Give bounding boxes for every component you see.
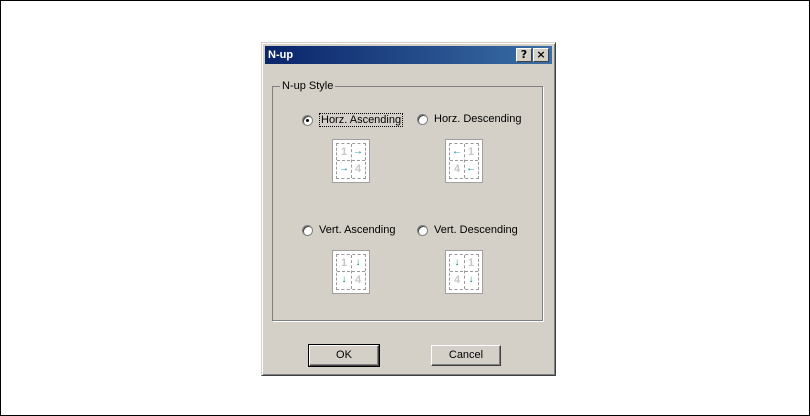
ok-button[interactable]: OK bbox=[308, 344, 380, 367]
arrow-down-icon: ↓ bbox=[355, 257, 361, 268]
arrow-down-icon: ↓ bbox=[454, 257, 460, 268]
cell-page-1: 1 bbox=[340, 146, 348, 158]
cell-page-1: 1 bbox=[340, 257, 348, 269]
radio-button[interactable] bbox=[417, 224, 428, 236]
radio-vert-ascending[interactable]: Vert. Ascending bbox=[302, 224, 395, 236]
option-label: Vert. Ascending bbox=[319, 224, 396, 236]
arrow-right-icon: → bbox=[339, 163, 349, 174]
dialog-title: N-up bbox=[268, 49, 294, 61]
preview-horz-descending: ← 1 4 ← bbox=[445, 139, 483, 183]
radio-horz-ascending[interactable]: Horz. Ascending bbox=[302, 113, 404, 127]
close-button[interactable]: × bbox=[533, 48, 549, 62]
arrow-down-icon: ↓ bbox=[468, 274, 474, 285]
option-label: Horz. Descending bbox=[434, 113, 522, 125]
option-label: Vert. Descending bbox=[434, 224, 518, 236]
preview-vert-ascending: 1 ↓ ↓ 4 bbox=[332, 250, 370, 294]
radio-button-selected[interactable] bbox=[302, 114, 313, 126]
arrow-left-icon: ← bbox=[466, 163, 476, 174]
arrow-down-icon: ↓ bbox=[341, 274, 347, 285]
cell-page-1: 1 bbox=[467, 257, 475, 269]
arrow-right-icon: → bbox=[353, 146, 363, 157]
radio-horz-descending[interactable]: Horz. Descending bbox=[417, 113, 521, 125]
cell-page-4: 4 bbox=[453, 274, 461, 286]
preview-vert-descending: ↓ 1 4 ↓ bbox=[445, 250, 483, 294]
title-bar[interactable]: N-up ? × bbox=[265, 46, 552, 64]
cell-page-4: 4 bbox=[354, 163, 362, 175]
help-button[interactable]: ? bbox=[516, 48, 532, 62]
cancel-button[interactable]: Cancel bbox=[431, 345, 501, 366]
cell-page-1: 1 bbox=[467, 146, 475, 158]
arrow-left-icon: ← bbox=[452, 146, 462, 157]
radio-button[interactable] bbox=[417, 113, 428, 125]
preview-horz-ascending: 1 → → 4 bbox=[332, 139, 370, 183]
n-up-dialog: N-up ? × N-up Style Horz. Ascending 1 → … bbox=[261, 42, 556, 376]
option-label: Horz. Ascending bbox=[319, 113, 404, 127]
group-label: N-up Style bbox=[280, 80, 336, 92]
radio-vert-descending[interactable]: Vert. Descending bbox=[417, 224, 518, 236]
cell-page-4: 4 bbox=[354, 274, 362, 286]
cell-page-4: 4 bbox=[453, 163, 461, 175]
radio-button[interactable] bbox=[302, 224, 313, 236]
